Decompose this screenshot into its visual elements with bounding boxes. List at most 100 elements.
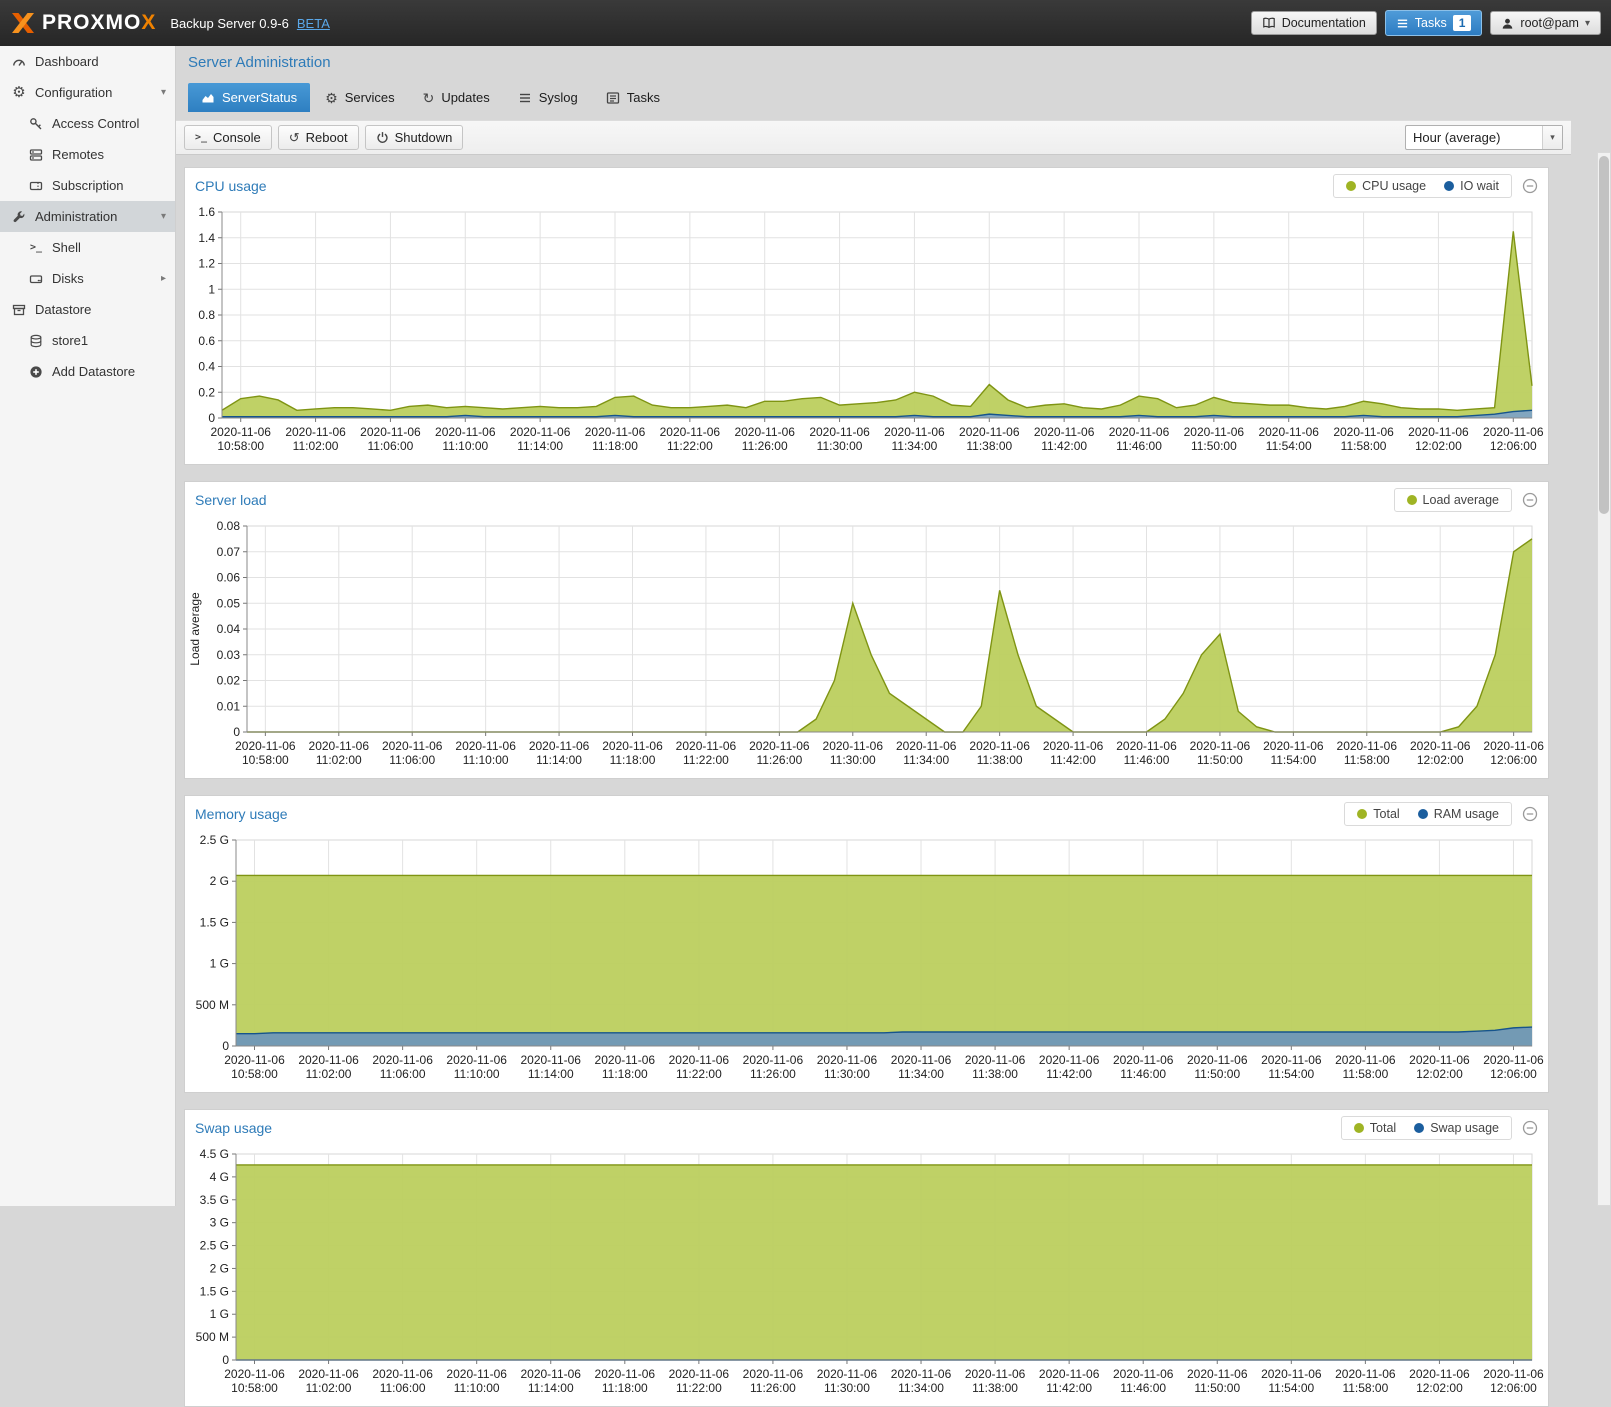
svg-text:11:22:00: 11:22:00	[667, 439, 713, 453]
power-icon	[376, 131, 389, 144]
svg-text:11:06:00: 11:06:00	[380, 1381, 426, 1395]
svg-text:2020-11-06: 2020-11-06	[235, 739, 296, 753]
shutdown-button[interactable]: Shutdown	[365, 125, 464, 150]
svg-text:0: 0	[208, 411, 215, 425]
cpu-usage-chart: 2020-11-0610:58:002020-11-0611:02:002020…	[185, 202, 1548, 464]
vertical-scrollbar[interactable]	[1597, 152, 1611, 1206]
svg-text:2020-11-06: 2020-11-06	[1483, 425, 1544, 439]
sidebar-item-label: Disks	[52, 271, 84, 286]
beta-link[interactable]: BETA	[297, 16, 330, 31]
tab-updates[interactable]: ↻ Updates	[410, 83, 503, 112]
svg-text:11:34:00: 11:34:00	[903, 753, 949, 767]
user-menu-button[interactable]: root@pam ▾	[1490, 11, 1601, 35]
sidebar-item-store1[interactable]: store1	[0, 325, 175, 356]
console-button[interactable]: >_ Console	[184, 125, 272, 150]
svg-text:11:42:00: 11:42:00	[1050, 753, 1096, 767]
sidebar-item-administration[interactable]: Administration ▾	[0, 201, 175, 232]
svg-text:11:30:00: 11:30:00	[817, 439, 863, 453]
sidebar-item-add-datastore[interactable]: Add Datastore	[0, 356, 175, 387]
svg-text:2020-11-06: 2020-11-06	[1190, 739, 1251, 753]
chevron-down-icon[interactable]: ▾	[161, 211, 166, 222]
svg-text:2020-11-06: 2020-11-06	[896, 739, 957, 753]
sidebar-item-dashboard[interactable]: Dashboard	[0, 46, 175, 77]
svg-text:500 M: 500 M	[196, 1330, 229, 1344]
sidebar-item-subscription[interactable]: Subscription	[0, 170, 175, 201]
sidebar-item-datastore[interactable]: Datastore	[0, 294, 175, 325]
chart-legend: Total RAM usage	[1344, 802, 1512, 826]
svg-text:2020-11-06: 2020-11-06	[520, 1053, 581, 1067]
server-load-panel: Server load Load average 2020-11-0610:58…	[184, 481, 1549, 779]
legend-dot-icon	[1418, 809, 1428, 819]
svg-text:2020-11-06: 2020-11-06	[595, 1053, 656, 1067]
legend-item: IO wait	[1444, 179, 1499, 193]
sidebar-item-access-control[interactable]: Access Control	[0, 108, 175, 139]
tab-tasks[interactable]: Tasks	[593, 83, 673, 112]
svg-text:2020-11-06: 2020-11-06	[595, 1367, 656, 1381]
svg-text:2020-11-06: 2020-11-06	[891, 1053, 952, 1067]
svg-text:2020-11-06: 2020-11-06	[298, 1367, 359, 1381]
svg-text:2020-11-06: 2020-11-06	[1039, 1367, 1100, 1381]
memory-usage-chart: 2020-11-0610:58:002020-11-0611:02:002020…	[185, 830, 1548, 1092]
documentation-button[interactable]: Documentation	[1251, 11, 1377, 35]
tasks-button[interactable]: Tasks 1	[1385, 10, 1483, 36]
svg-text:11:50:00: 11:50:00	[1197, 753, 1243, 767]
svg-text:4 G: 4 G	[210, 1170, 229, 1184]
collapse-icon[interactable]	[1522, 492, 1538, 508]
svg-text:2020-11-06: 2020-11-06	[309, 739, 370, 753]
collapse-icon[interactable]	[1522, 806, 1538, 822]
svg-text:3.5 G: 3.5 G	[200, 1193, 229, 1207]
sidebar-item-disks[interactable]: Disks ▸	[0, 263, 175, 294]
svg-text:0.06: 0.06	[217, 571, 241, 585]
legend-item: Total	[1357, 807, 1399, 821]
user-label: root@pam	[1520, 16, 1579, 30]
svg-text:2020-11-06: 2020-11-06	[1113, 1367, 1174, 1381]
svg-text:2020-11-06: 2020-11-06	[1116, 739, 1177, 753]
legend-label: RAM usage	[1434, 807, 1499, 821]
swap-usage-panel: Swap usage TotalSwap usage 2020-11-0610:…	[184, 1109, 1549, 1407]
sidebar-item-remotes[interactable]: Remotes	[0, 139, 175, 170]
svg-text:2020-11-06: 2020-11-06	[965, 1367, 1026, 1381]
collapse-icon[interactable]	[1522, 178, 1538, 194]
svg-text:11:18:00: 11:18:00	[610, 753, 656, 767]
chevron-right-icon[interactable]: ▸	[161, 273, 166, 284]
svg-text:0.07: 0.07	[217, 545, 241, 559]
svg-text:2020-11-06: 2020-11-06	[1263, 739, 1324, 753]
reboot-button[interactable]: ↺ Reboot	[278, 125, 359, 150]
time-range-select[interactable]: Hour (average) ▾	[1405, 125, 1563, 150]
tab-serverstatus[interactable]: ServerStatus	[188, 83, 310, 112]
page-title: Server Administration	[176, 46, 1571, 71]
svg-text:2020-11-06: 2020-11-06	[1483, 1053, 1544, 1067]
svg-text:2020-11-06: 2020-11-06	[1410, 739, 1471, 753]
sidebar-item-label: Shell	[52, 240, 81, 255]
svg-text:2020-11-06: 2020-11-06	[1043, 739, 1104, 753]
svg-text:2020-11-06: 2020-11-06	[959, 425, 1020, 439]
panel-title: Swap usage	[195, 1120, 272, 1136]
svg-text:2020-11-06: 2020-11-06	[1261, 1367, 1322, 1381]
svg-text:2020-11-06: 2020-11-06	[1261, 1053, 1322, 1067]
sidebar-item-shell[interactable]: >_ Shell	[0, 232, 175, 263]
svg-text:11:42:00: 11:42:00	[1046, 1067, 1092, 1081]
svg-text:11:14:00: 11:14:00	[528, 1381, 574, 1395]
svg-text:11:38:00: 11:38:00	[966, 439, 1012, 453]
tab-label: ServerStatus	[222, 90, 297, 105]
scrollbar-thumb[interactable]	[1599, 156, 1609, 514]
tab-services[interactable]: ⚙ Services	[312, 83, 407, 112]
server-load-chart: 2020-11-0610:58:002020-11-0611:02:002020…	[185, 516, 1548, 778]
tab-syslog[interactable]: Syslog	[505, 83, 591, 112]
svg-text:2020-11-06: 2020-11-06	[446, 1367, 507, 1381]
sidebar-item-configuration[interactable]: ⚙ Configuration ▾	[0, 77, 175, 108]
dashboard-icon	[10, 55, 28, 69]
chevron-down-icon[interactable]: ▾	[161, 87, 166, 98]
svg-text:2020-11-06: 2020-11-06	[455, 739, 516, 753]
svg-text:2020-11-06: 2020-11-06	[1483, 1367, 1544, 1381]
svg-text:10:58:00: 10:58:00	[242, 753, 289, 767]
svg-text:0.2: 0.2	[198, 385, 215, 399]
svg-text:11:38:00: 11:38:00	[972, 1381, 1018, 1395]
svg-text:2020-11-06: 2020-11-06	[891, 1367, 952, 1381]
toolbar: >_ Console ↺ Reboot Shutdown Hour (avera…	[176, 120, 1571, 155]
legend-dot-icon	[1354, 1123, 1364, 1133]
collapse-icon[interactable]	[1522, 1120, 1538, 1136]
svg-text:11:42:00: 11:42:00	[1046, 1381, 1092, 1395]
svg-text:11:30:00: 11:30:00	[824, 1067, 870, 1081]
tasks-badge: 1	[1453, 15, 1472, 31]
